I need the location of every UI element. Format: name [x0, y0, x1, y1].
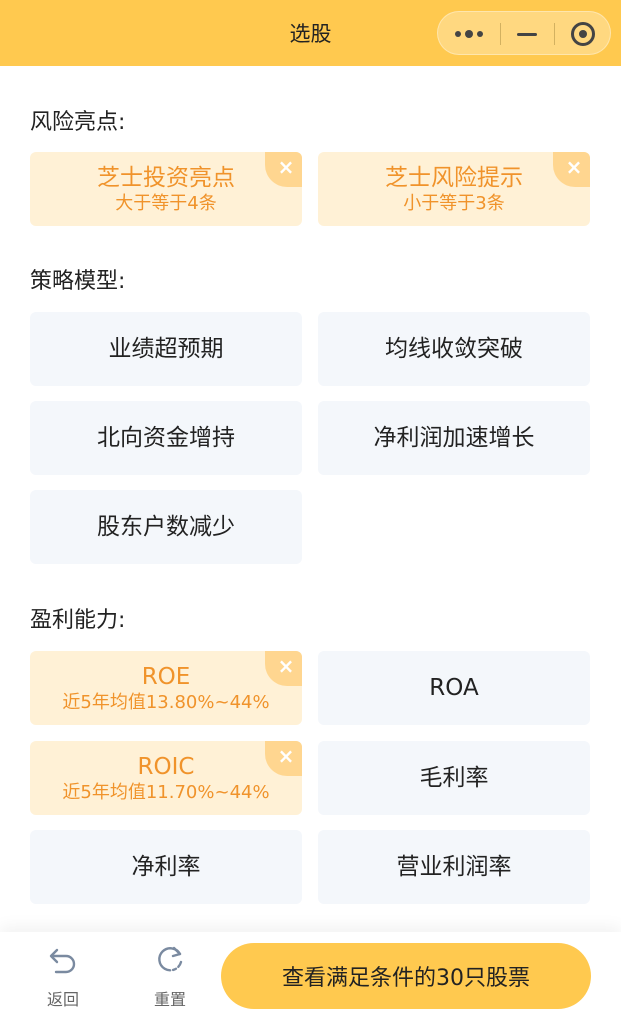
filter-label: 营业利润率	[396, 854, 512, 880]
section-title-profit: 盈利能力:	[30, 608, 126, 633]
filter-card-roa[interactable]: ROA	[318, 651, 590, 725]
filter-card-northbound-inflow[interactable]: 北向资金增持	[30, 401, 302, 475]
filter-label: 北向资金增持	[97, 425, 235, 451]
target-circle-icon	[571, 22, 595, 46]
filter-condition: 近5年均值13.80%~44%	[62, 691, 270, 713]
section-title-strategy: 策略模型:	[30, 269, 126, 294]
filter-label: 毛利率	[419, 765, 489, 791]
filter-condition: 大于等于4条	[115, 192, 217, 214]
undo-arrow-icon	[49, 948, 76, 974]
remove-filter-icon[interactable]: ×	[265, 152, 302, 187]
back-label: 返回	[46, 990, 79, 1009]
mini-program-capsule	[437, 11, 611, 55]
remove-filter-icon[interactable]: ×	[265, 741, 302, 776]
filter-condition: 小于等于3条	[403, 192, 505, 214]
filter-card-earnings-beat[interactable]: 业绩超预期	[30, 312, 302, 386]
filter-card-investment-highlight[interactable]: 芝士投资亮点 大于等于4条 ×	[30, 152, 302, 226]
filter-card-risk-warning[interactable]: 芝士风险提示 小于等于3条 ×	[318, 152, 590, 226]
top-bar: 选股	[0, 0, 621, 66]
filter-label: ROIC	[137, 753, 195, 780]
filter-card-net-margin[interactable]: 净利率	[30, 830, 302, 904]
filter-card-roic[interactable]: ROIC 近5年均值11.70%~44% ×	[30, 741, 302, 815]
filter-label: 芝士风险提示	[385, 164, 523, 191]
filter-label: ROA	[429, 675, 479, 701]
filter-label: ROE	[141, 663, 191, 690]
minus-icon	[517, 32, 537, 36]
close-miniprogram-button[interactable]	[554, 12, 612, 56]
filter-label: 业绩超预期	[108, 336, 224, 362]
filter-card-roe[interactable]: ROE 近5年均值13.80%~44% ×	[30, 651, 302, 725]
filter-card-gross-margin[interactable]: 毛利率	[318, 741, 590, 815]
filter-label: 股东户数减少	[97, 514, 235, 540]
refresh-icon	[158, 946, 183, 972]
minimize-button[interactable]	[500, 12, 554, 56]
more-button[interactable]	[438, 12, 500, 56]
filter-card-profit-acceleration[interactable]: 净利润加速增长	[318, 401, 590, 475]
reset-label: 重置	[153, 990, 186, 1009]
bottom-bar: 返回 重置 查看满足条件的30只股票	[0, 932, 621, 1020]
remove-filter-icon[interactable]: ×	[265, 651, 302, 686]
reset-button[interactable]: 重置	[140, 944, 200, 1010]
filter-card-operating-margin[interactable]: 营业利润率	[318, 830, 590, 904]
section-title-risk: 风险亮点:	[30, 110, 126, 135]
filter-label: 净利率	[131, 854, 201, 880]
more-dots-icon	[455, 30, 483, 38]
filter-label: 均线收敛突破	[385, 336, 523, 362]
view-results-button[interactable]: 查看满足条件的30只股票	[221, 943, 591, 1009]
filter-card-ma-breakout[interactable]: 均线收敛突破	[318, 312, 590, 386]
back-button[interactable]: 返回	[33, 944, 93, 1010]
remove-filter-icon[interactable]: ×	[553, 152, 590, 187]
filter-card-shareholder-decrease[interactable]: 股东户数减少	[30, 490, 302, 564]
filter-condition: 近5年均值11.70%~44%	[62, 781, 270, 803]
filter-label: 芝士投资亮点	[97, 164, 235, 191]
filter-label: 净利润加速增长	[373, 425, 535, 451]
